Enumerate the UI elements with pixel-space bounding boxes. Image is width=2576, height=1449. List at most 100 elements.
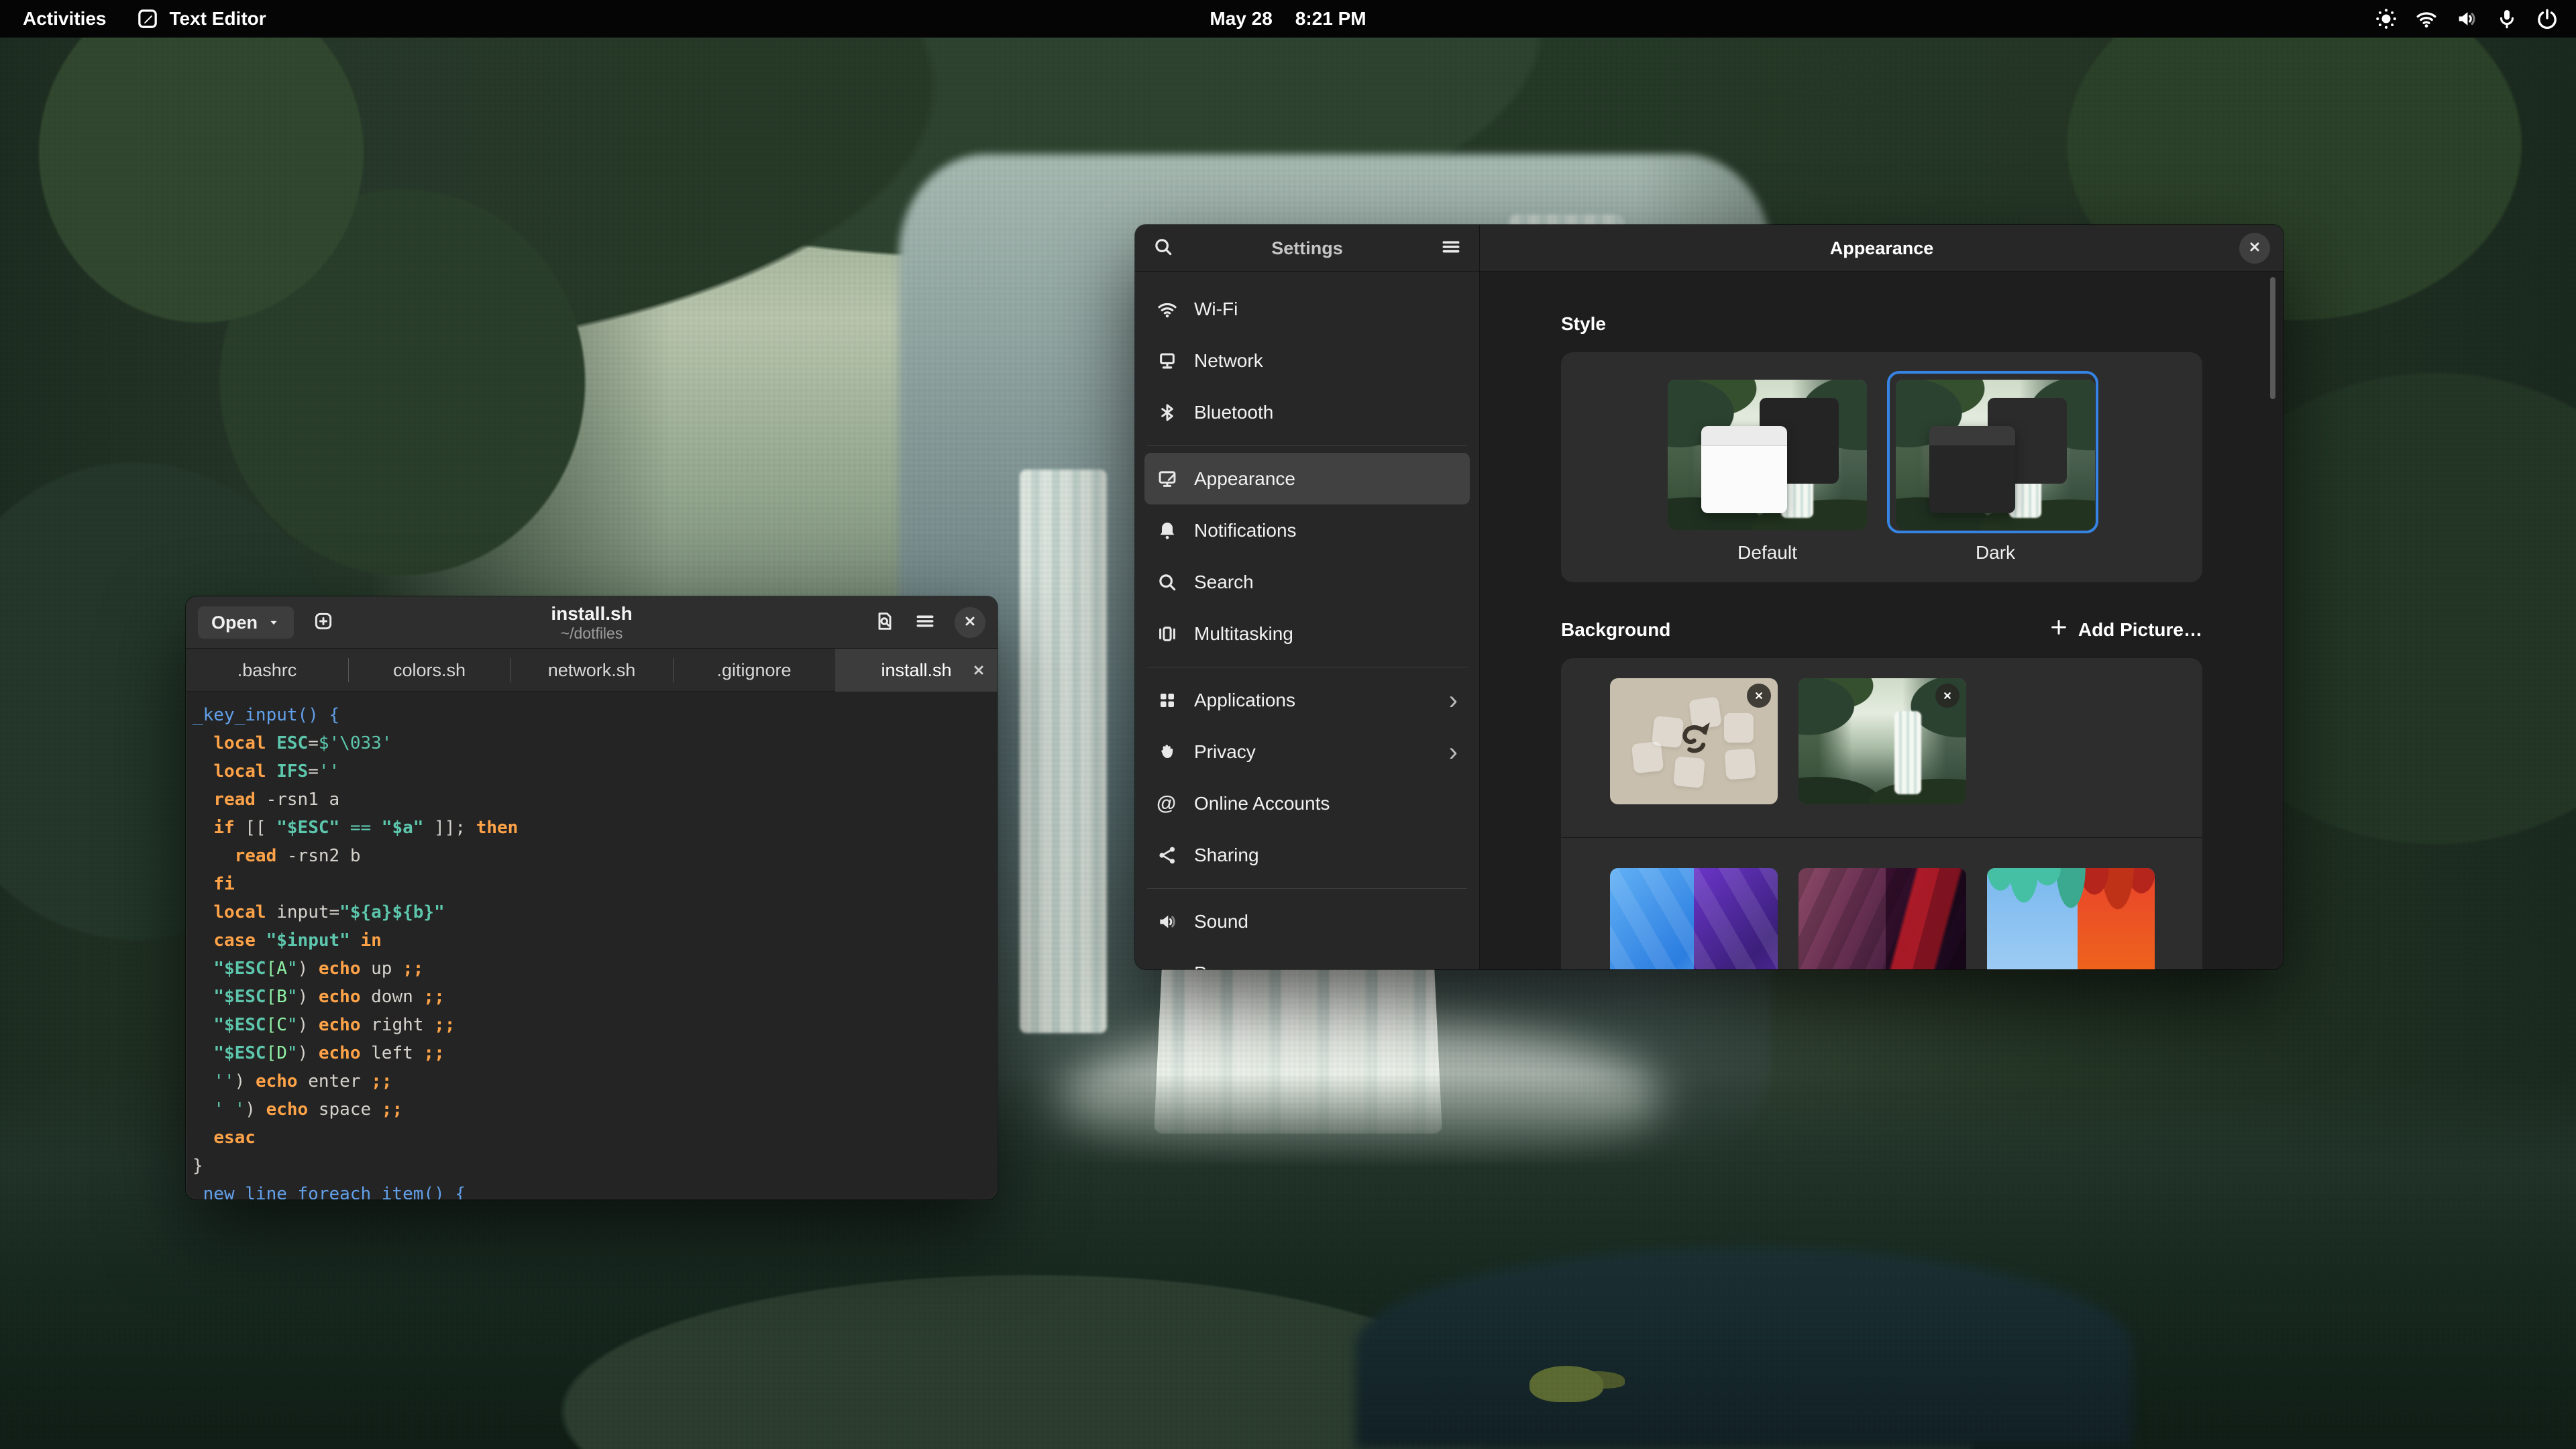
editor-title-block: install.sh ~/dotfiles [551, 603, 632, 643]
code-line: } [193, 1152, 991, 1180]
sidebar-item-appearance[interactable]: Appearance [1144, 453, 1470, 504]
wallpaper-thumb-maroon-red-waves[interactable] [1799, 868, 1966, 969]
settings-search-button[interactable] [1152, 236, 1174, 261]
at-icon: @ [1157, 793, 1178, 814]
sidebar-item-label: Applications [1194, 690, 1295, 711]
style-card: Default Dark [1561, 352, 2202, 582]
wallpaper-thumb-forest-waterfall[interactable] [1799, 678, 1966, 804]
sidebar-item-applications[interactable]: Applications › [1144, 674, 1470, 726]
microphone-icon[interactable] [2496, 7, 2518, 30]
sidebar-item-label: Privacy [1194, 741, 1256, 763]
brightness-icon[interactable] [2375, 7, 2398, 30]
editor-tab-bashrc[interactable]: .bashrc [186, 649, 348, 692]
chevron-right-icon: › [1449, 739, 1458, 765]
activities-button[interactable]: Activities [23, 8, 107, 30]
code-line: "$ESC[A") echo up ;; [193, 955, 991, 983]
code-line: fi [193, 870, 991, 898]
sidebar-item-wi-fi[interactable]: Wi-Fi [1144, 283, 1470, 335]
grid-icon [1157, 690, 1178, 711]
settings-window: Settings Wi-FiNetworkBluetoothAppearance… [1135, 225, 2284, 969]
sidebar-item-label: Network [1194, 350, 1263, 372]
code-line: "$ESC[B") echo down ;; [193, 983, 991, 1011]
sidebar-item-sound[interactable]: Sound [1144, 896, 1470, 947]
sidebar-item-multitasking[interactable]: Multitasking [1144, 608, 1470, 659]
close-icon [962, 613, 978, 633]
bell-icon [1157, 520, 1178, 541]
editor-tab-network-sh[interactable]: network.sh [511, 649, 673, 692]
settings-close-button[interactable] [2239, 233, 2270, 264]
style-option-dark[interactable]: Dark [1896, 380, 2095, 564]
panel-title: Appearance [1830, 238, 1934, 259]
editor-tab-gitignore[interactable]: .gitignore [673, 649, 835, 692]
sidebar-item-online-accounts[interactable]: @Online Accounts [1144, 777, 1470, 829]
chevron-right-icon: › [1449, 687, 1458, 714]
wallpaper-thumb-abstract-light[interactable] [1610, 678, 1778, 804]
dragon-glyph [1668, 716, 1720, 768]
style-option-default[interactable]: Default [1668, 380, 1867, 564]
wallpaper-divider [1561, 837, 2202, 838]
sidebar-item-bluetooth[interactable]: Bluetooth [1144, 386, 1470, 438]
sidebar-item-search[interactable]: Search [1144, 556, 1470, 608]
new-tab-button[interactable] [307, 606, 339, 639]
document-path: ~/dotfiles [551, 625, 632, 642]
sidebar-item-label: Bluetooth [1194, 402, 1273, 423]
doc-search-icon [874, 610, 896, 635]
panel-headerbar: Appearance [1480, 225, 2284, 272]
sidebar-item-label: Wi-Fi [1194, 299, 1238, 320]
sidebar-item-notifications[interactable]: Notifications [1144, 504, 1470, 556]
focused-app-indicator[interactable]: Text Editor [136, 7, 266, 30]
tab-close-icon[interactable] [971, 662, 987, 678]
clock-date: May 28 [1210, 8, 1272, 30]
clock-button[interactable]: May 28 8:21 PM [1210, 8, 1366, 30]
settings-scrollbar[interactable] [2270, 277, 2275, 399]
editor-tab-colors-sh[interactable]: colors.sh [348, 649, 511, 692]
code-line: local ESC=$'\033' [193, 729, 991, 757]
editor-tab-bar: .bashrccolors.shnetwork.sh.gitignoreinst… [186, 649, 998, 692]
code-line: local IFS='' [193, 757, 991, 786]
hand-icon [1157, 741, 1178, 763]
sidebar-item-label: Notifications [1194, 520, 1297, 541]
style-section-label: Style [1561, 313, 2202, 335]
sidebar-item-label: Search [1194, 572, 1254, 593]
wallpaper-thumb-blue-purple-geometric[interactable] [1610, 868, 1778, 969]
remove-wallpaper-button[interactable] [1935, 684, 1960, 708]
document-search-button[interactable] [874, 610, 896, 635]
main-menu-button[interactable] [914, 610, 936, 635]
wifi-icon[interactable] [2415, 7, 2438, 30]
settings-menu-button[interactable] [1440, 236, 1462, 261]
power-icon[interactable] [2536, 7, 2559, 30]
appearance-content: Style Default [1480, 272, 2284, 969]
background-section-label: Background [1561, 619, 1670, 641]
wifi-icon [1157, 299, 1178, 320]
mini-window-front [1701, 426, 1787, 513]
sidebar-item-sharing[interactable]: Sharing [1144, 829, 1470, 881]
sidebar-item-list: Wi-Fi Network Bluetooth Appearance Notificat… [1135, 272, 1479, 969]
multitasking-icon [1157, 623, 1178, 645]
style-thumb-default [1668, 380, 1867, 530]
settings-main-panel: Appearance Style Default [1480, 225, 2284, 969]
open-button[interactable]: Open [198, 606, 294, 639]
remove-wallpaper-button[interactable] [1747, 684, 1771, 708]
sidebar-item-label: Multitasking [1194, 623, 1293, 645]
network-icon [1157, 350, 1178, 372]
plus-icon [2049, 617, 2069, 642]
sidebar-item-privacy[interactable]: Privacy › [1144, 726, 1470, 777]
sidebar-item-label: Sharing [1194, 845, 1259, 866]
style-option-label: Dark [1896, 542, 2095, 564]
sidebar-item-network[interactable]: Network [1144, 335, 1470, 386]
code-editor-area[interactable]: _key_input() { local ESC=$'\033' local I… [186, 692, 998, 1199]
search-icon [1157, 572, 1178, 593]
window-close-button[interactable] [955, 607, 985, 638]
sidebar-item-label: Sound [1194, 911, 1248, 932]
sidebar-item-power[interactable]: Power [1144, 947, 1470, 969]
add-picture-button[interactable]: Add Picture… [2049, 617, 2202, 642]
system-tray[interactable] [2375, 7, 2559, 30]
new-tab-icon [313, 610, 334, 635]
hamburger-menu-icon [914, 610, 936, 635]
code-line: case "$input" in [193, 926, 991, 955]
editor-tab-install-sh[interactable]: install.sh [835, 649, 998, 692]
code-line: esac [193, 1124, 991, 1152]
text-editor-icon [136, 7, 159, 30]
volume-icon[interactable] [2455, 7, 2478, 30]
wallpaper-thumb-blue-teal-orange-drips[interactable] [1987, 868, 2155, 969]
